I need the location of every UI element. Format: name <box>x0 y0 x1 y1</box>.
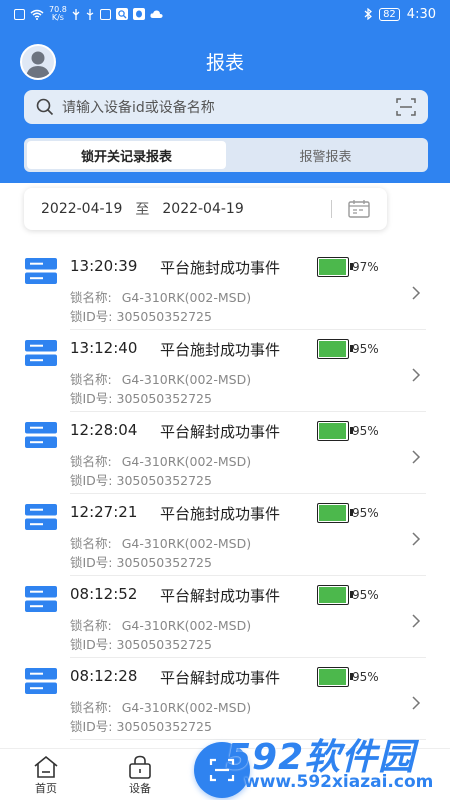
record-list: 13:20:39 平台施封成功事件 97% 锁名称: G4-310RK(002-M… <box>0 248 450 740</box>
watermark: 592软件园 www.592xiazai.com <box>222 728 450 800</box>
record-event: 平台解封成功事件 <box>160 587 281 605</box>
chevron-right-icon[interactable] <box>411 449 421 465</box>
start-date[interactable]: 2022-04-19 <box>41 201 122 217</box>
search-input[interactable]: 请输入设备id或设备名称 <box>62 97 396 117</box>
battery-percent: 95% <box>352 506 379 520</box>
lock-name: 锁名称: G4-310RK(002-MSD) <box>70 372 252 387</box>
device-icon <box>25 504 57 530</box>
notification-icon <box>14 8 25 20</box>
lock-name: 锁名称: G4-310RK(002-MSD) <box>70 454 252 469</box>
battery-fill <box>319 423 346 439</box>
search-app-icon <box>115 8 128 20</box>
header: 报表 请输入设备id或设备名称 锁开关记录报表 报警报表 <box>0 28 450 183</box>
battery-percent: 95% <box>352 670 379 684</box>
lock-name: 锁名称: G4-310RK(002-MSD) <box>70 618 252 633</box>
nav-device[interactable]: 设备 <box>110 755 170 796</box>
device-icon <box>25 340 57 366</box>
lock-id: 锁ID号: 305050352725 <box>70 555 212 570</box>
battery-fill <box>319 259 347 275</box>
divider <box>331 200 332 218</box>
record-time: 08:12:52 <box>70 585 138 603</box>
lock-name: 锁名称: G4-310RK(002-MSD) <box>70 700 252 715</box>
app-icon-1 <box>99 8 111 20</box>
qq-icon <box>132 8 145 20</box>
battery-percent: 95% <box>352 424 379 438</box>
record-event: 平台解封成功事件 <box>160 669 281 687</box>
usb-icon <box>86 8 94 20</box>
lock-id: 锁ID号: 305050352725 <box>70 391 212 406</box>
record-time: 12:27:21 <box>70 503 138 521</box>
battery-fill <box>319 587 346 603</box>
record-time: 12:28:04 <box>70 421 138 439</box>
lock-name: 锁名称: G4-310RK(002-MSD) <box>70 290 252 305</box>
battery-percent: 95% <box>352 588 379 602</box>
lock-id: 锁ID号: 305050352725 <box>70 309 212 324</box>
list-item[interactable]: 13:20:39 平台施封成功事件 97% 锁名称: G4-310RK(002-M… <box>0 248 450 330</box>
tab-alarm-report[interactable]: 报警报表 <box>226 141 425 169</box>
device-icon <box>25 422 57 448</box>
network-speed: 70.8 K/s <box>49 5 67 22</box>
bluetooth-icon <box>364 8 372 20</box>
list-item[interactable]: 12:27:21 平台施封成功事件 95% 锁名称: G4-310RK(002-M… <box>0 494 450 576</box>
battery-percent: 97% <box>352 260 379 274</box>
record-time: 13:12:40 <box>70 339 138 357</box>
status-bar: 70.8 K/s 82 4:30 <box>0 0 450 28</box>
page-title: 报表 <box>205 52 244 74</box>
device-icon <box>25 258 57 284</box>
end-date[interactable]: 2022-04-19 <box>162 201 243 217</box>
scan-icon[interactable] <box>396 98 416 116</box>
chevron-right-icon[interactable] <box>411 531 421 547</box>
battery-fill <box>319 669 346 685</box>
lock-id: 锁ID号: 305050352725 <box>70 719 212 734</box>
battery-icon <box>317 257 353 277</box>
search-bar[interactable]: 请输入设备id或设备名称 <box>24 90 428 124</box>
lock-icon <box>129 755 151 779</box>
record-time: 08:12:28 <box>70 667 138 685</box>
list-item[interactable]: 13:12:40 平台施封成功事件 95% 锁名称: G4-310RK(002-M… <box>0 330 450 412</box>
battery-icon <box>317 585 353 605</box>
nav-home-label: 首页 <box>35 782 57 795</box>
watermark-url: www.592xiazai.com <box>244 772 434 792</box>
battery-icon <box>317 667 353 687</box>
date-separator: 至 <box>135 202 150 218</box>
wifi-icon <box>30 9 44 20</box>
signal-icon <box>72 8 80 20</box>
battery-percent: 95% <box>352 342 379 356</box>
record-event: 平台施封成功事件 <box>160 259 281 277</box>
chevron-right-icon[interactable] <box>411 613 421 629</box>
battery-icon <box>317 339 353 359</box>
chevron-right-icon[interactable] <box>411 367 421 383</box>
lock-id: 锁ID号: 305050352725 <box>70 637 212 652</box>
clock: 4:30 <box>406 6 436 22</box>
home-icon <box>34 755 58 778</box>
tab-lock-switch-report[interactable]: 锁开关记录报表 <box>27 141 226 169</box>
list-item[interactable]: 08:12:52 平台解封成功事件 95% 锁名称: G4-310RK(002-M… <box>0 576 450 658</box>
battery-icon <box>317 421 353 441</box>
battery-indicator: 82 <box>379 7 400 21</box>
search-icon <box>36 98 54 116</box>
list-item[interactable]: 12:28:04 平台解封成功事件 95% 锁名称: G4-310RK(002-M… <box>0 412 450 494</box>
cloud-icon <box>150 10 163 18</box>
record-event: 平台施封成功事件 <box>160 505 281 523</box>
battery-fill <box>319 341 346 357</box>
record-time: 13:20:39 <box>70 257 138 275</box>
date-range-picker[interactable]: 2022-04-19 至 2022-04-19 <box>24 188 387 230</box>
device-icon <box>25 586 57 612</box>
record-event: 平台施封成功事件 <box>160 341 281 359</box>
nav-device-label: 设备 <box>129 782 151 795</box>
chevron-right-icon[interactable] <box>411 285 421 301</box>
lock-id: 锁ID号: 305050352725 <box>70 473 212 488</box>
lock-name: 锁名称: G4-310RK(002-MSD) <box>70 536 252 551</box>
battery-fill <box>319 505 346 521</box>
chevron-right-icon[interactable] <box>411 695 421 711</box>
battery-icon <box>317 503 353 523</box>
calendar-icon[interactable] <box>348 200 370 218</box>
report-tabs: 锁开关记录报表 报警报表 <box>24 138 428 172</box>
nav-home[interactable]: 首页 <box>16 755 76 796</box>
device-icon <box>25 668 57 694</box>
record-event: 平台解封成功事件 <box>160 423 281 441</box>
